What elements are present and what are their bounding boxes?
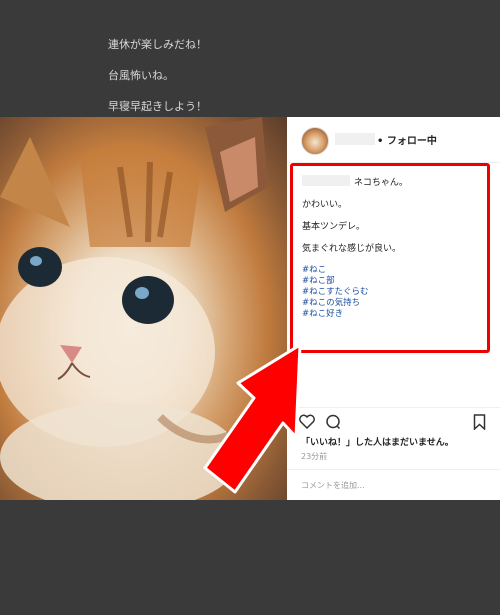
feed-line: 台風怖いね。 [108,69,174,82]
feed-line: 連休が楽しみだね！ [108,38,207,51]
blurred-username [335,133,375,145]
add-comment-input[interactable]: コメントを追加... [301,480,365,491]
follow-status[interactable]: • フォロー中 [377,132,437,147]
kitten-photo [0,117,287,500]
likes-text: 「いいね！」した人はまだいません。 [301,438,454,448]
bookmark-icon[interactable] [473,414,486,434]
post-header: • フォロー中 [287,117,500,163]
post-timestamp: 23分前 [301,452,328,461]
avatar[interactable] [301,127,329,155]
comment-icon[interactable] [325,414,341,434]
highlight-box [290,163,490,353]
post-actions [287,407,500,436]
heart-icon[interactable] [299,414,315,433]
comment-input-area: コメントを追加... [287,469,500,501]
